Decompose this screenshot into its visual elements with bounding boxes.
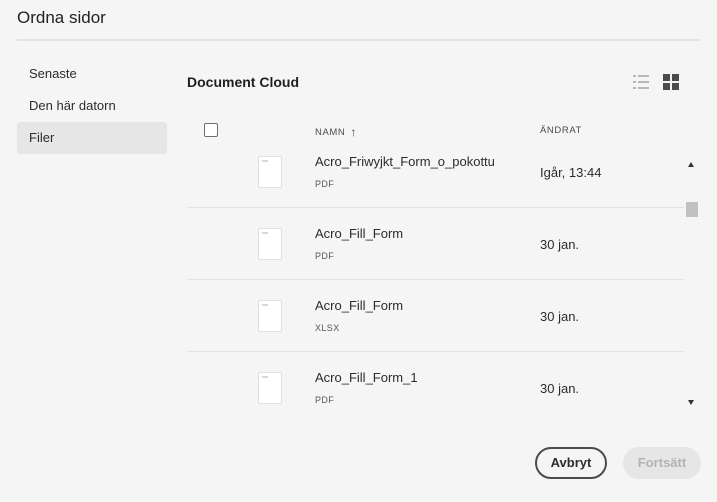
sidebar: Senaste Den här datorn Filer bbox=[17, 58, 167, 154]
title-divider bbox=[17, 39, 700, 41]
sidebar-item-label: Den här datorn bbox=[29, 98, 116, 113]
scrollbar-thumb[interactable] bbox=[686, 202, 698, 217]
scroll-up-icon[interactable] bbox=[688, 162, 694, 167]
file-row[interactable]: Acro_Fill_Form_1 PDF 30 jan. bbox=[187, 352, 684, 410]
column-header-name[interactable]: NAMN ↑ bbox=[315, 125, 357, 139]
file-name: Acro_Fill_Form bbox=[315, 226, 404, 241]
file-date: 30 jan. bbox=[540, 237, 580, 252]
file-thumbnail bbox=[258, 372, 282, 404]
file-row[interactable]: Acro_Friwyjkt_Form_o_pokottu PDF Igår, 1… bbox=[187, 154, 684, 208]
file-type: XLSX bbox=[315, 323, 340, 333]
file-date: 30 jan. bbox=[540, 381, 580, 396]
file-type: PDF bbox=[315, 395, 335, 405]
sidebar-item-recent[interactable]: Senaste bbox=[17, 58, 167, 90]
scroll-down-icon[interactable] bbox=[688, 400, 694, 405]
column-header-label: NAMN bbox=[315, 127, 346, 138]
continue-button[interactable]: Fortsätt bbox=[623, 447, 701, 479]
file-name: Acro_Fill_Form bbox=[315, 298, 404, 313]
sidebar-item-label: Filer bbox=[29, 130, 55, 145]
file-list-scrollbar[interactable] bbox=[684, 154, 700, 410]
table-header: NAMN ↑ ÄNDRAT bbox=[187, 118, 700, 154]
file-thumbnail bbox=[258, 228, 282, 260]
file-date: 30 jan. bbox=[540, 309, 580, 324]
sidebar-item-this-computer[interactable]: Den här datorn bbox=[17, 90, 167, 122]
sidebar-item-label: Senaste bbox=[29, 66, 77, 81]
file-type: PDF bbox=[315, 251, 335, 261]
file-name: Acro_Fill_Form_1 bbox=[315, 370, 418, 385]
location-title: Document Cloud bbox=[187, 74, 299, 90]
sidebar-item-files[interactable]: Filer bbox=[17, 122, 167, 154]
column-header-changed[interactable]: ÄNDRAT bbox=[540, 125, 582, 136]
file-thumbnail bbox=[258, 300, 282, 332]
select-all-checkbox[interactable] bbox=[204, 123, 218, 137]
file-name: Acro_Friwyjkt_Form_o_pokottu bbox=[315, 154, 495, 169]
file-thumbnail bbox=[258, 156, 282, 188]
sort-ascending-icon: ↑ bbox=[350, 125, 357, 139]
grid-view-icon[interactable] bbox=[662, 73, 680, 91]
list-view-icon[interactable] bbox=[632, 73, 650, 91]
file-list: Acro_Friwyjkt_Form_o_pokottu PDF Igår, 1… bbox=[187, 154, 684, 410]
cancel-button[interactable]: Avbryt bbox=[535, 447, 607, 479]
file-row[interactable]: Acro_Fill_Form XLSX 30 jan. bbox=[187, 280, 684, 352]
view-toggle bbox=[632, 73, 680, 91]
dialog-title: Ordna sidor bbox=[17, 8, 106, 27]
file-date: Igår, 13:44 bbox=[540, 165, 602, 180]
file-type: PDF bbox=[315, 179, 335, 189]
file-row[interactable]: Acro_Fill_Form PDF 30 jan. bbox=[187, 208, 684, 280]
